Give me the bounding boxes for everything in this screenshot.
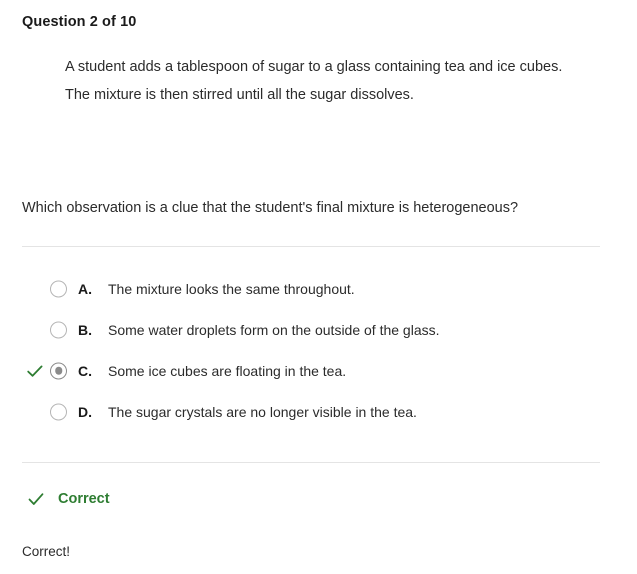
option-text: The mixture looks the same throughout. — [108, 280, 355, 297]
correct-check-icon — [24, 360, 46, 382]
radio-button[interactable] — [50, 321, 67, 338]
option-text: The sugar crystals are no longer visible… — [108, 403, 417, 420]
radio-button[interactable] — [50, 403, 67, 420]
feedback-text: Correct! — [22, 544, 71, 559]
answer-option-d[interactable]: D. The sugar crystals are no longer visib… — [0, 391, 637, 432]
divider-top — [22, 246, 600, 247]
stimulus-text: A student adds a tablespoon of sugar to … — [65, 59, 563, 103]
option-letter: A. — [78, 280, 92, 297]
option-letter: D. — [78, 403, 92, 420]
answer-option-c[interactable]: C. Some ice cubes are floating in the tea… — [0, 350, 637, 391]
radio-button[interactable] — [50, 280, 67, 297]
page-title: Question 2 of 10 — [22, 14, 137, 30]
question-page: Question 2 of 10 A student adds a tables… — [0, 0, 637, 574]
correct-check-icon — [24, 278, 46, 300]
result-banner: Correct — [26, 489, 110, 509]
answer-option-a[interactable]: A. The mixture looks the same throughout. — [0, 268, 637, 309]
correct-check-icon — [24, 401, 46, 423]
correct-check-icon — [24, 319, 46, 341]
status-badge: Correct — [58, 491, 110, 507]
answer-options-list: A. The mixture looks the same throughout.… — [0, 268, 637, 432]
option-letter: C. — [78, 362, 92, 379]
divider-bottom — [22, 462, 600, 463]
question-prompt: Which observation is a clue that the stu… — [22, 200, 519, 216]
option-text: Some water droplets form on the outside … — [108, 321, 440, 338]
option-letter: B. — [78, 321, 92, 338]
option-text: Some ice cubes are floating in the tea. — [108, 362, 347, 379]
answer-option-b[interactable]: B. Some water droplets form on the outsid… — [0, 309, 637, 350]
radio-button-selected[interactable] — [50, 362, 67, 379]
check-icon — [26, 489, 46, 509]
